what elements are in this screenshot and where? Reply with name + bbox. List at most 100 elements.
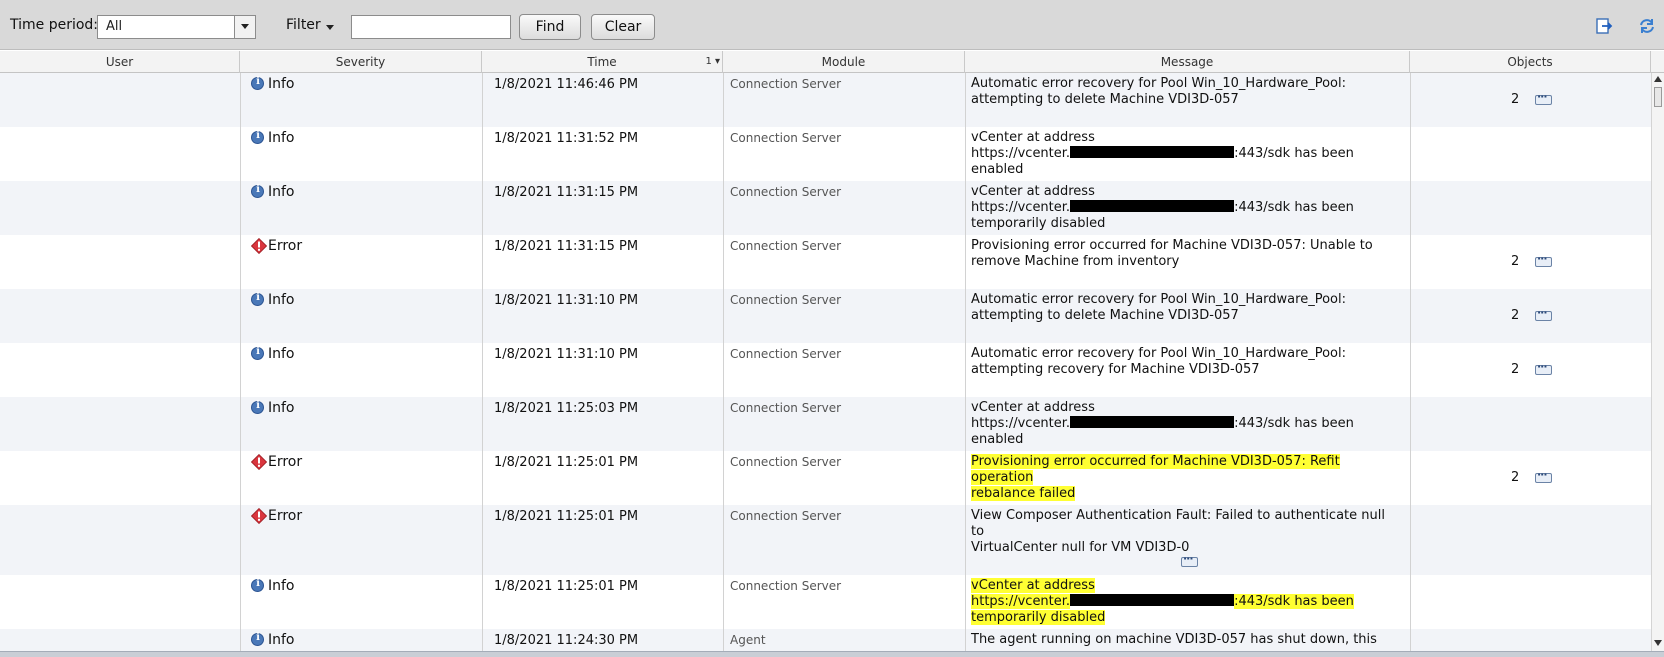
more-objects-button[interactable]	[1535, 468, 1552, 483]
module-cell: Connection Server	[730, 293, 842, 307]
table-row[interactable]: Error 1/8/2021 11:25:01 PM Connection Se…	[0, 505, 1651, 575]
toolbar: Time period: All Filter Find Clear	[0, 0, 1664, 50]
filter-dropdown[interactable]: Filter	[286, 14, 340, 40]
column-header-objects[interactable]: Objects	[1410, 51, 1651, 73]
table-row[interactable]: Error 1/8/2021 11:25:01 PM Connection Se…	[0, 451, 1651, 505]
objects-count: 2	[1511, 362, 1520, 377]
event-table-body: Info 1/8/2021 11:46:46 PM Connection Ser…	[0, 73, 1651, 651]
time-cell: 1/8/2021 11:31:15 PM	[494, 185, 639, 200]
time-cell: 1/8/2021 11:31:10 PM	[494, 293, 639, 308]
column-header-severity[interactable]: Severity	[240, 51, 482, 73]
message-cell: View Composer Authentication Fault: Fail…	[971, 508, 1385, 555]
more-objects-button[interactable]	[1535, 90, 1552, 105]
time-period-value: All	[106, 19, 123, 34]
more-objects-button[interactable]	[1535, 252, 1552, 267]
redaction-bar	[1070, 416, 1235, 428]
column-header-time-label: Time	[587, 55, 617, 69]
chevron-down-icon	[326, 25, 334, 30]
expand-message-button[interactable]	[1181, 552, 1198, 567]
column-divider	[965, 73, 966, 651]
column-divider	[1410, 73, 1411, 651]
error-icon	[251, 508, 267, 524]
module-cell: Connection Server	[730, 131, 842, 145]
table-row[interactable]: Error 1/8/2021 11:31:15 PM Connection Se…	[0, 235, 1651, 289]
time-period-select[interactable]: All	[97, 15, 256, 39]
message-cell: The agent running on machine VDI3D-057 h…	[971, 632, 1377, 647]
highlighted-text: Provisioning error occurred for Machine …	[971, 454, 1340, 485]
redaction-bar	[1070, 146, 1235, 158]
column-header-message[interactable]: Message	[965, 51, 1410, 73]
scrollbar-thumb[interactable]	[1654, 87, 1662, 107]
clear-button[interactable]: Clear	[591, 14, 655, 40]
message-cell: Automatic error recovery for Pool Win_10…	[971, 292, 1346, 323]
module-cell: Connection Server	[730, 77, 842, 91]
message-cell: Automatic error recovery for Pool Win_10…	[971, 76, 1346, 107]
objects-count: 2	[1511, 308, 1520, 323]
message-cell: vCenter at address https://vcenter.:443/…	[971, 400, 1354, 447]
time-cell: 1/8/2021 11:25:01 PM	[494, 509, 639, 524]
module-cell: Agent	[730, 633, 766, 647]
module-cell: Connection Server	[730, 239, 842, 253]
time-period-label: Time period:	[10, 17, 99, 33]
message-cell: vCenter at address https://vcenter.:443/…	[971, 130, 1354, 177]
table-header: User Severity Time 1 ▾ Module Message Ob…	[0, 51, 1664, 73]
refresh-icon[interactable]	[1638, 17, 1656, 35]
redaction-bar	[1070, 200, 1235, 212]
export-icon[interactable]	[1595, 17, 1613, 35]
more-objects-button[interactable]	[1535, 360, 1552, 375]
time-cell: 1/8/2021 11:25:01 PM	[494, 455, 639, 470]
time-cell: 1/8/2021 11:31:10 PM	[494, 347, 639, 362]
column-header-module[interactable]: Module	[723, 51, 965, 73]
column-header-time[interactable]: Time 1 ▾	[482, 51, 723, 73]
info-icon	[251, 578, 264, 592]
info-icon	[251, 632, 264, 646]
info-icon	[251, 292, 264, 306]
column-divider	[240, 73, 241, 651]
sort-indicator: 1 ▾	[705, 56, 720, 67]
table-row[interactable]: Info 1/8/2021 11:25:03 PM Connection Ser…	[0, 397, 1651, 451]
module-cell: Connection Server	[730, 455, 842, 469]
module-cell: Connection Server	[730, 579, 842, 593]
time-cell: 1/8/2021 11:31:15 PM	[494, 239, 639, 254]
objects-count: 2	[1511, 92, 1520, 107]
chevron-down-icon[interactable]	[234, 16, 255, 38]
info-icon	[251, 400, 264, 414]
column-divider	[482, 73, 483, 651]
info-icon	[251, 130, 264, 144]
module-cell: Connection Server	[730, 185, 842, 199]
objects-count: 2	[1511, 470, 1520, 485]
scroll-down-arrow[interactable]	[1654, 640, 1662, 646]
table-row[interactable]: Info 1/8/2021 11:31:52 PM Connection Ser…	[0, 127, 1651, 181]
vertical-scrollbar[interactable]	[1651, 73, 1664, 651]
more-objects-button[interactable]	[1535, 306, 1552, 321]
column-header-user[interactable]: User	[0, 51, 240, 73]
table-row[interactable]: Info 1/8/2021 11:31:15 PM Connection Ser…	[0, 181, 1651, 235]
info-icon	[251, 346, 264, 360]
objects-count: 2	[1511, 254, 1520, 269]
table-row[interactable]: Info 1/8/2021 11:31:10 PM Connection Ser…	[0, 289, 1651, 343]
message-cell: Provisioning error occurred for Machine …	[971, 238, 1373, 269]
message-cell: vCenter at address https://vcenter.:443/…	[971, 578, 1354, 625]
module-cell: Connection Server	[730, 509, 842, 523]
error-icon	[251, 238, 267, 254]
module-cell: Connection Server	[730, 347, 842, 361]
module-cell: Connection Server	[730, 401, 842, 415]
error-icon	[251, 454, 267, 470]
scroll-up-arrow[interactable]	[1654, 76, 1662, 82]
table-row[interactable]: Info 1/8/2021 11:25:01 PM Connection Ser…	[0, 575, 1651, 629]
table-row[interactable]: Info 1/8/2021 11:46:46 PM Connection Ser…	[0, 73, 1651, 127]
time-cell: 1/8/2021 11:24:30 PM	[494, 633, 639, 648]
table-row[interactable]: Info 1/8/2021 11:24:30 PM Agent The agen…	[0, 629, 1651, 651]
filter-input[interactable]	[351, 15, 511, 39]
time-cell: 1/8/2021 11:31:52 PM	[494, 131, 639, 146]
message-cell: Automatic error recovery for Pool Win_10…	[971, 346, 1346, 377]
redaction-bar	[1070, 594, 1235, 606]
info-icon	[251, 76, 264, 90]
info-icon	[251, 184, 264, 198]
message-cell: Provisioning error occurred for Machine …	[971, 454, 1401, 502]
window-bottom-edge	[0, 651, 1664, 657]
time-cell: 1/8/2021 11:46:46 PM	[494, 77, 639, 92]
find-button[interactable]: Find	[519, 14, 581, 40]
table-row[interactable]: Info 1/8/2021 11:31:10 PM Connection Ser…	[0, 343, 1651, 397]
message-cell: vCenter at address https://vcenter.:443/…	[971, 184, 1354, 231]
